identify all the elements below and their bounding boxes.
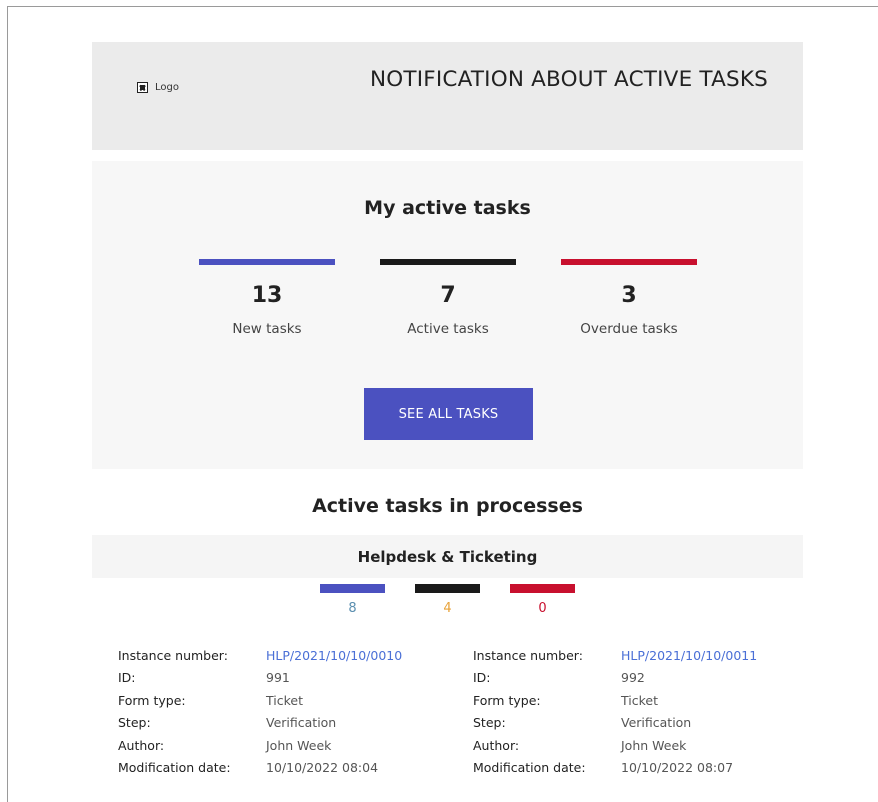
field-label: Instance number: xyxy=(473,647,583,663)
task-field-id: ID: 991 xyxy=(118,667,458,690)
instance-number-link[interactable]: HLP/2021/10/10/0011 xyxy=(621,648,757,663)
field-label: Form type: xyxy=(118,692,186,708)
stat-label: Active tasks xyxy=(407,321,489,337)
task-field-instance-number: Instance number: HLP/2021/10/10/0010 xyxy=(118,644,458,667)
logo: Logo xyxy=(137,82,179,93)
field-label: Author: xyxy=(118,737,165,753)
task-list: Instance number: HLP/2021/10/10/0010 ID:… xyxy=(92,644,803,784)
stat-bar xyxy=(199,259,335,265)
process-name: Helpdesk & Ticketing xyxy=(92,535,803,578)
stat-overdue-tasks: 3 Overdue tasks xyxy=(561,259,697,337)
process-stat-bar xyxy=(510,584,575,593)
task-card: Instance number: HLP/2021/10/10/0011 ID:… xyxy=(473,644,813,779)
email-header: Logo NOTIFICATION ABOUT ACTIVE TASKS xyxy=(92,42,803,150)
stat-label: New tasks xyxy=(232,321,302,337)
process-stat-count: 0 xyxy=(538,601,547,616)
process-stat-count: 8 xyxy=(348,601,357,616)
email-title: NOTIFICATION ABOUT ACTIVE TASKS xyxy=(370,67,768,92)
task-field-modification-date: Modification date: 10/10/2022 08:04 xyxy=(118,757,458,780)
stat-bar xyxy=(380,259,516,265)
field-value: Verification xyxy=(621,715,692,731)
see-all-tasks-button[interactable]: SEE ALL TASKS xyxy=(364,388,533,440)
field-value: Ticket xyxy=(621,692,658,708)
task-field-instance-number: Instance number: HLP/2021/10/10/0011 xyxy=(473,644,813,667)
field-label: Modification date: xyxy=(118,760,231,776)
process-stat-new: 8 xyxy=(320,584,385,616)
task-field-id: ID: 992 xyxy=(473,667,813,690)
field-label: Instance number: xyxy=(118,647,228,663)
task-field-form-type: Form type: Ticket xyxy=(118,689,458,712)
field-value: 10/10/2022 08:04 xyxy=(266,760,379,776)
task-field-step: Step: Verification xyxy=(473,712,813,735)
field-value: Ticket xyxy=(266,692,303,708)
instance-number-link[interactable]: HLP/2021/10/10/0010 xyxy=(266,648,402,663)
stat-count: 3 xyxy=(621,283,637,308)
task-card: Instance number: HLP/2021/10/10/0010 ID:… xyxy=(118,644,458,779)
task-field-modification-date: Modification date: 10/10/2022 08:07 xyxy=(473,757,813,780)
stat-count: 13 xyxy=(251,283,283,308)
logo-alt-text: Logo xyxy=(155,82,179,93)
task-field-author: Author: John Week xyxy=(473,734,813,757)
field-value: 992 xyxy=(621,670,645,686)
stat-active-tasks: 7 Active tasks xyxy=(380,259,516,337)
stat-count: 7 xyxy=(440,283,456,308)
process-stat-overdue: 0 xyxy=(510,584,575,616)
process-stat-bar xyxy=(320,584,385,593)
my-active-tasks-panel: My active tasks 13 New tasks 7 Active ta… xyxy=(92,161,803,469)
task-field-step: Step: Verification xyxy=(118,712,458,735)
process-stat-count: 4 xyxy=(443,601,452,616)
notification-email: Logo NOTIFICATION ABOUT ACTIVE TASKS My … xyxy=(92,42,803,784)
field-label: Step: xyxy=(473,715,506,731)
field-value: Verification xyxy=(266,715,337,731)
field-value: 991 xyxy=(266,670,290,686)
broken-image-icon xyxy=(137,82,148,93)
summary-title: My active tasks xyxy=(364,197,531,219)
task-field-author: Author: John Week xyxy=(118,734,458,757)
stat-label: Overdue tasks xyxy=(580,321,678,337)
field-value: 10/10/2022 08:07 xyxy=(621,760,734,776)
processes-title: Active tasks in processes xyxy=(312,495,583,517)
field-label: Step: xyxy=(118,715,151,731)
stat-new-tasks: 13 New tasks xyxy=(199,259,335,337)
field-label: Author: xyxy=(473,737,520,753)
stat-bar xyxy=(561,259,697,265)
process-stat-bar xyxy=(415,584,480,593)
process-stat-active: 4 xyxy=(415,584,480,616)
task-field-form-type: Form type: Ticket xyxy=(473,689,813,712)
field-label: Form type: xyxy=(473,692,541,708)
field-value: John Week xyxy=(621,737,687,753)
process-stats: 8 4 0 xyxy=(92,578,803,624)
field-label: ID: xyxy=(118,670,136,686)
field-label: ID: xyxy=(473,670,491,686)
field-value: John Week xyxy=(266,737,332,753)
field-label: Modification date: xyxy=(473,760,586,776)
